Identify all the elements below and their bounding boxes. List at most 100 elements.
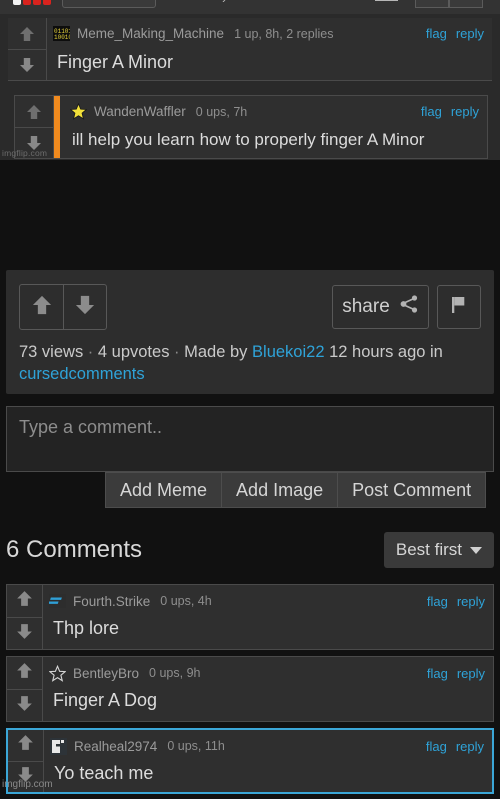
comments-header: 6 Comments Best first	[6, 528, 494, 572]
image-letterbox-gap	[0, 160, 500, 270]
chevron-right-icon: ›	[222, 0, 234, 5]
post-comment-button[interactable]: Post Comment	[337, 472, 487, 508]
upvote-button[interactable]	[20, 285, 63, 329]
flag-link[interactable]: flag	[426, 26, 447, 41]
views-count: 73 views	[19, 343, 84, 361]
outline-star-avatar[interactable]	[49, 664, 66, 682]
comment-actions: flag reply	[426, 739, 484, 754]
comment-header: 0110110010 Meme_Making_Machine 1 up, 8h,…	[47, 18, 492, 49]
reply-link[interactable]: reply	[451, 104, 479, 119]
flag-link[interactable]: flag	[427, 594, 448, 609]
separator: ·	[174, 343, 180, 361]
comment-actions: flag reply	[426, 26, 484, 41]
upvote-button[interactable]	[7, 585, 42, 617]
author-link[interactable]: Bluekoi22	[252, 343, 324, 361]
add-image-button[interactable]: Add Image	[221, 472, 339, 508]
vote-button-group	[19, 284, 107, 330]
nested-reply-indicator	[54, 96, 60, 158]
nav-buttons[interactable]	[415, 0, 483, 8]
downvote-button[interactable]	[7, 617, 42, 649]
downvote-button[interactable]	[7, 689, 42, 721]
comment-meta: 0 ups, 7h	[195, 104, 248, 119]
comment-username[interactable]: Realheal2974	[74, 739, 157, 754]
down-arrow-icon	[14, 693, 35, 719]
sort-dropdown[interactable]: Best first	[383, 532, 494, 568]
comment-header: Fourth.Strike 0 ups, 4h flag reply	[43, 585, 493, 617]
blue-dash-avatar[interactable]	[49, 593, 66, 610]
separator: ·	[87, 343, 94, 361]
upvote-button[interactable]	[7, 657, 42, 689]
flag-icon	[450, 295, 468, 320]
star-avatar[interactable]	[70, 103, 87, 120]
nav-divider	[375, 0, 398, 1]
meme-comment-reply-row: WandenWaffler 0 ups, 7h flag reply ill h…	[14, 95, 488, 159]
up-arrow-icon	[14, 660, 35, 686]
comment-meta: 0 ups, 9h	[149, 666, 201, 680]
upvote-button[interactable]	[8, 18, 46, 49]
comment-text: Thp lore	[53, 618, 120, 638]
reply-link[interactable]: reply	[456, 26, 484, 41]
comment-meta: 0 ups, 11h	[167, 739, 225, 753]
comment-username[interactable]: Meme_Making_Machine	[77, 26, 224, 41]
nav-button-1[interactable]	[415, 0, 449, 8]
comment-body: Fourth.Strike 0 ups, 4h flag reply Thp l…	[43, 585, 493, 649]
up-arrow-icon	[17, 24, 37, 44]
stream-link[interactable]: cursedcomments	[19, 365, 145, 383]
comment-header: Realheal2974 0 ups, 11h flag reply	[44, 730, 492, 762]
flag-link[interactable]: flag	[427, 666, 448, 681]
comment-row: BentleyBro 0 ups, 9h flag reply Finger A…	[6, 656, 494, 722]
reply-link[interactable]: reply	[457, 594, 485, 609]
downvote-button[interactable]	[63, 285, 106, 329]
downvote-button[interactable]	[8, 49, 46, 80]
down-arrow-icon	[72, 292, 98, 323]
share-label: share	[342, 296, 390, 317]
white-block-avatar[interactable]	[50, 737, 67, 755]
site-header: ›	[0, 0, 500, 14]
page-watermark: imgflip.com	[2, 779, 53, 790]
upvote-button[interactable]	[8, 730, 43, 761]
comment-body: BentleyBro 0 ups, 9h flag reply Finger A…	[43, 657, 493, 721]
vote-column	[7, 657, 43, 721]
comment-input[interactable]: Type a comment..	[6, 406, 494, 472]
vote-column	[8, 18, 47, 80]
meme-image[interactable]: 0110110010 Meme_Making_Machine 1 up, 8h,…	[0, 14, 500, 160]
flag-link[interactable]: flag	[426, 739, 447, 754]
comment-text: Finger A Dog	[53, 690, 158, 710]
down-arrow-icon	[14, 621, 35, 647]
flag-link[interactable]: flag	[421, 104, 442, 119]
comment-actions: flag reply	[421, 104, 479, 119]
imgflip-logo[interactable]	[13, 0, 51, 5]
comment-header: BentleyBro 0 ups, 9h flag reply	[43, 657, 493, 689]
binary-code-avatar[interactable]: 0110110010	[53, 25, 70, 42]
comment-form-buttons: Add Meme Add Image Post Comment	[105, 472, 487, 508]
meme-comment-row: 0110110010 Meme_Making_Machine 1 up, 8h,…	[8, 18, 492, 81]
up-arrow-icon	[24, 102, 44, 122]
comment-username[interactable]: Fourth.Strike	[73, 594, 150, 609]
up-arrow-icon	[15, 732, 36, 758]
flag-button[interactable]	[437, 285, 481, 329]
reply-link[interactable]: reply	[456, 739, 484, 754]
add-meme-button[interactable]: Add Meme	[105, 472, 223, 508]
search-input[interactable]	[62, 0, 156, 8]
vote-column	[7, 585, 43, 649]
comment-username[interactable]: BentleyBro	[73, 666, 139, 681]
share-button[interactable]: share	[332, 285, 429, 329]
meme-stats-line: 73 views · 4 upvotes · Made by Bluekoi22…	[19, 342, 481, 386]
comment-row: Realheal2974 0 ups, 11h flag reply Yo te…	[6, 728, 494, 794]
upvote-button[interactable]	[15, 96, 53, 127]
image-watermark: imgflip.com	[2, 148, 48, 158]
up-arrow-icon	[14, 588, 35, 614]
chevron-down-icon	[470, 546, 482, 554]
upvotes-count: 4 upvotes	[97, 343, 170, 361]
meta-action-row: share	[19, 284, 481, 330]
time-ago: 12 hours ago in	[329, 343, 443, 361]
down-arrow-icon	[17, 55, 37, 75]
comment-body: WandenWaffler 0 ups, 7h flag reply ill h…	[54, 96, 487, 158]
comment-username[interactable]: WandenWaffler	[94, 104, 186, 119]
meme-meta-panel: share 73 views · 4 upvotes · Made by Blu…	[6, 270, 494, 394]
reply-link[interactable]: reply	[457, 666, 485, 681]
nav-button-2[interactable]	[449, 0, 483, 8]
comment-meta: 1 up, 8h, 2 replies	[234, 26, 334, 41]
imgflip-meme-page: ›	[0, 0, 500, 799]
comment-row: Fourth.Strike 0 ups, 4h flag reply Thp l…	[6, 584, 494, 650]
